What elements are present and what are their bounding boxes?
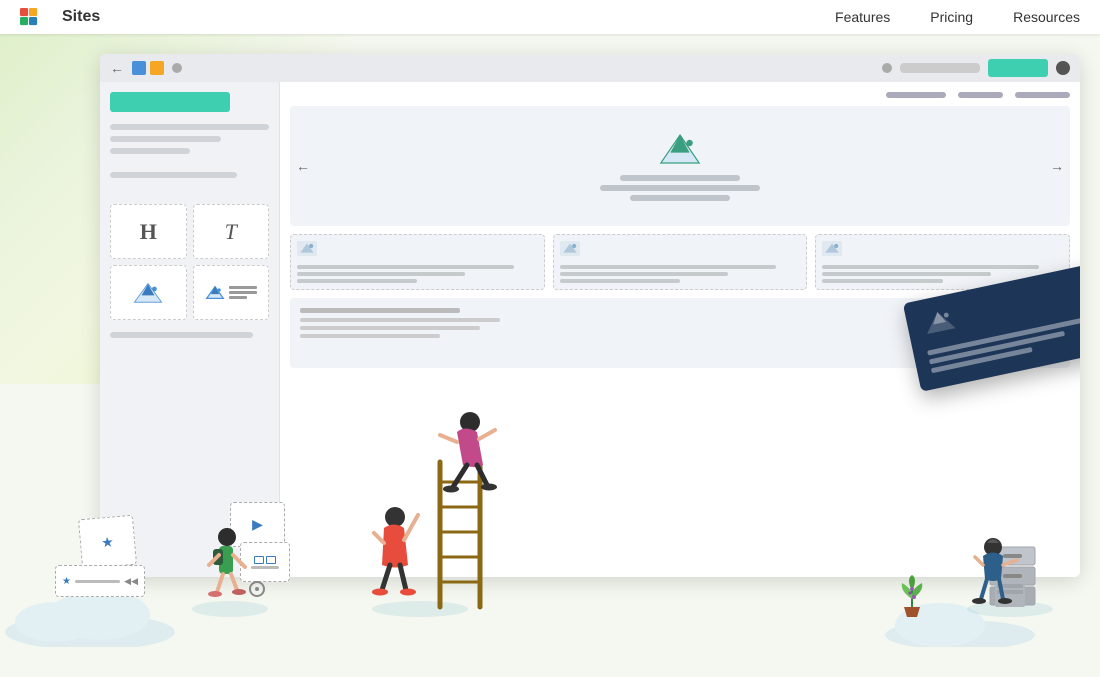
text-line-1 [229, 286, 257, 289]
card-1 [290, 234, 545, 290]
top-bar-item-2 [958, 92, 1003, 98]
hero-line-2 [600, 185, 760, 191]
logo-area: Sites [20, 8, 835, 26]
widget-heading[interactable]: H [110, 204, 187, 259]
sidebar-header-block [110, 92, 230, 112]
card-3-image [822, 241, 842, 256]
card-line-2 [297, 272, 465, 276]
mini-mountain-icon [205, 285, 225, 300]
browser-address-bar[interactable] [900, 63, 980, 73]
editor-sidebar: H T [100, 82, 280, 577]
sidebar-line-4 [110, 172, 237, 178]
bottom-line-3 [300, 326, 480, 330]
top-bar-item-1 [886, 92, 946, 98]
card-line-5 [560, 272, 728, 276]
image-text-combo [205, 285, 257, 300]
card-2 [553, 234, 808, 290]
hero-left-arrow[interactable]: ← [296, 158, 310, 174]
bottom-line-4 [300, 334, 440, 338]
floating-card-mountain-icon [919, 305, 960, 338]
zoho-logo-icon [20, 8, 56, 26]
heading-letter-h: H [140, 219, 157, 245]
text-line-3 [229, 296, 247, 299]
sidebar-line-3 [110, 148, 190, 154]
image-mountain-icon [132, 281, 164, 305]
card-line-3 [297, 279, 417, 283]
ground-circle-right [965, 597, 1055, 622]
ground-circle-left [190, 597, 270, 622]
browser-dot-gray [172, 63, 182, 73]
browser-circle-icon [882, 63, 892, 73]
browser-back-icon[interactable]: ← [110, 60, 124, 76]
hero-section: ← [0, 34, 1100, 677]
hero-line-1 [620, 175, 740, 181]
widget-grid: H T [110, 204, 269, 320]
sidebar-line-5 [110, 332, 253, 338]
browser-mockup: ← [100, 54, 1080, 577]
editor-main-content: ← → [280, 82, 1080, 577]
rating-star-icon: ★ [62, 576, 71, 587]
nav-resources[interactable]: Resources [1013, 9, 1080, 25]
text-lines-group [229, 286, 257, 299]
widget-image[interactable] [110, 265, 187, 320]
top-bar-item-3 [1015, 92, 1070, 98]
card-line-1 [297, 265, 514, 269]
content-cards-row [290, 234, 1070, 290]
navbar: Sites Features Pricing Resources [0, 0, 1100, 34]
card-1-image [297, 241, 317, 256]
cloud-right [880, 587, 1040, 647]
text-line-2 [229, 291, 257, 294]
browser-tab-icons [132, 61, 164, 75]
card-2-lines [560, 265, 801, 283]
card-line-6 [560, 279, 680, 283]
widget-image-text[interactable] [193, 265, 270, 320]
card-line-4 [560, 265, 777, 269]
browser-content: H T [100, 82, 1080, 577]
hero-right-arrow[interactable]: → [1050, 158, 1064, 174]
hero-text-lines [600, 175, 760, 201]
main-top-bar [290, 92, 1070, 98]
card-2-image [560, 241, 580, 256]
browser-tab-orange[interactable] [150, 61, 164, 75]
rating-line [75, 580, 120, 583]
card-line-9 [822, 279, 942, 283]
browser-menu-icon[interactable] [1056, 61, 1070, 75]
bottom-line-2 [300, 318, 500, 322]
cloud-left [0, 577, 180, 647]
browser-tab-blue[interactable] [132, 61, 146, 75]
nav-pricing[interactable]: Pricing [930, 9, 973, 25]
nav-features[interactable]: Features [835, 9, 890, 25]
logo-sites-text: Sites [62, 8, 100, 26]
sidebar-line-1 [110, 124, 269, 130]
bottom-line-1 [300, 308, 460, 313]
nav-links: Features Pricing Resources [835, 9, 1080, 25]
browser-chrome: ← [100, 54, 1080, 82]
sidebar-line-2 [110, 136, 221, 142]
text-letter-t: T [225, 219, 237, 245]
hero-nav-arrows: ← → [290, 158, 1070, 174]
browser-action-button[interactable] [988, 59, 1048, 77]
ground-circle-mid [370, 597, 470, 622]
hero-line-3 [630, 195, 730, 201]
card-1-lines [297, 265, 538, 283]
card-line-7 [822, 265, 1039, 269]
content-hero-section: ← → [290, 106, 1070, 226]
card-line-8 [822, 272, 990, 276]
speaker-icon: ◀◀ [124, 576, 138, 587]
widget-text[interactable]: T [193, 204, 270, 259]
